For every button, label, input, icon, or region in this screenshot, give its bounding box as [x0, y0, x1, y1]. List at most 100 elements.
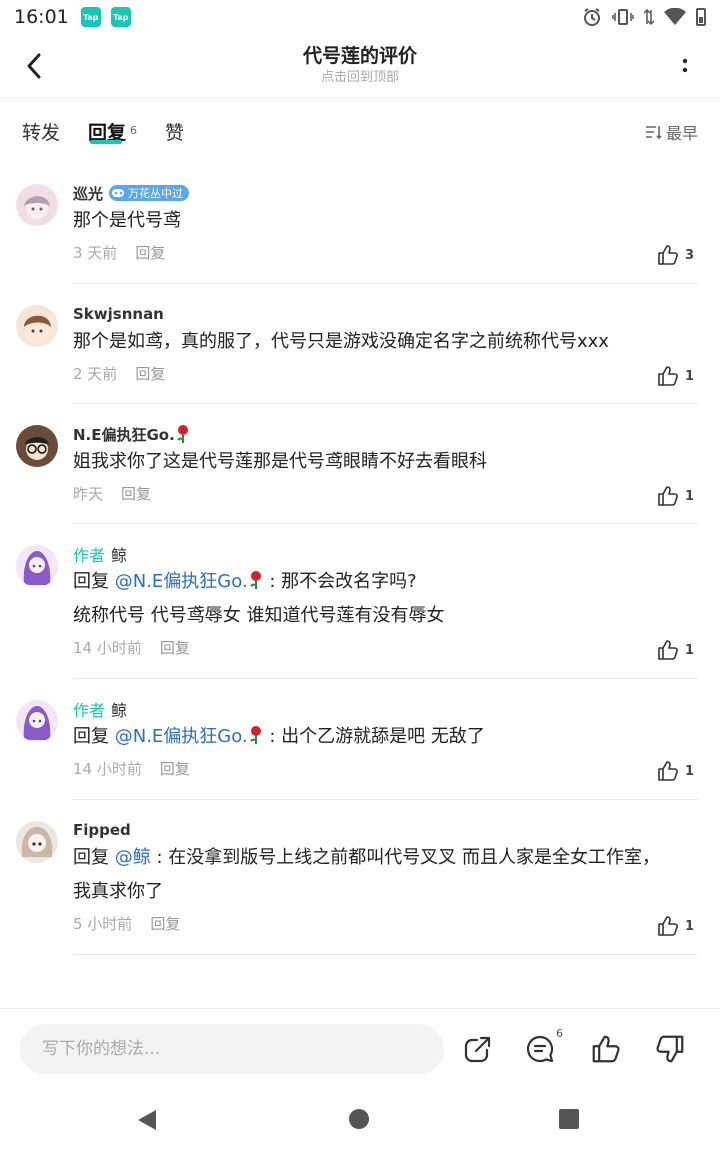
comment-author-name[interactable]: Skwjsnnan	[73, 305, 164, 323]
taptap-notification-icon-2: Tap	[110, 7, 131, 27]
page-subtitle: 点击回到顶部	[320, 70, 399, 85]
comment-text-line: : 出个乙游就舔是吧 无敌了	[263, 726, 485, 747]
reply-link[interactable]: 回复	[135, 363, 165, 384]
comment-time: 5 小时前	[73, 915, 133, 933]
comment-author-name[interactable]: N.E偏执狂Go.	[73, 424, 175, 445]
like-button[interactable]: 1	[657, 639, 694, 661]
like-button[interactable]: 1	[657, 760, 694, 782]
reply-prefix: 回复	[73, 726, 109, 747]
user-badge[interactable]: 万花丛中过	[109, 185, 190, 201]
vibrate-icon	[612, 9, 634, 25]
nav-back-icon[interactable]	[136, 1108, 158, 1132]
mention-link[interactable]: @N.E偏执狂Go.	[115, 726, 248, 747]
avatar[interactable]	[16, 305, 58, 347]
rose-icon	[249, 726, 261, 744]
comment-text-line-2: 我真求你了	[73, 881, 163, 902]
chevron-left-icon	[27, 53, 41, 79]
comment-author-name[interactable]: 巡光	[73, 183, 103, 204]
tab-repost[interactable]: 转发	[22, 118, 60, 145]
comment-text: 那个是代号鸢	[73, 210, 181, 231]
comment-text: 回复 @鲸 : 在没拿到版号上线之前都叫代号叉叉 而且人家是全女工作室，	[73, 841, 698, 875]
thumbs-up-icon	[658, 640, 678, 660]
thumbs-up-icon	[658, 245, 678, 265]
share-button[interactable]	[460, 1031, 496, 1067]
comment-time: 3 天前	[73, 244, 118, 262]
like-count: 1	[684, 642, 694, 658]
avatar[interactable]	[16, 545, 58, 587]
reply-link[interactable]: 回复	[160, 758, 190, 779]
alarm-icon	[584, 8, 600, 26]
like-button[interactable]: 1	[657, 365, 694, 387]
status-bar: 16:01 Tap Tap	[0, 0, 720, 34]
reply-link[interactable]: 回复	[150, 913, 180, 934]
comment-text: 姐我求你了这是代号莲那是代号鸢眼睛不好去看眼科	[73, 451, 487, 472]
thumbs-up-icon	[658, 916, 678, 936]
comment-input-bar: 写下你的想法... 6	[0, 1008, 720, 1088]
comment-author-name[interactable]: 鲸	[111, 697, 127, 721]
reply-link[interactable]: 回复	[160, 637, 190, 658]
reply-prefix: 回复	[73, 847, 109, 868]
comment-icon	[526, 1035, 554, 1063]
tab-like[interactable]: 赞	[165, 118, 184, 145]
page-title: 代号莲的评价	[302, 45, 417, 67]
comment-text: 回复 @N.E偏执狂Go. : 那不会改名字吗?	[73, 565, 698, 599]
title-bar: 代号莲的评价 点击回到顶部	[0, 34, 720, 98]
comment-time: 2 天前	[73, 365, 118, 383]
like-count: 1	[684, 368, 694, 384]
tab-reply-count: 6	[130, 124, 137, 137]
comment-text-line-2: 统称代号 代号鸢辱女 谁知道代号莲有没有辱女	[73, 605, 445, 626]
like-button[interactable]: 3	[657, 244, 694, 266]
comment-text: 回复 @N.E偏执狂Go. : 出个乙游就舔是吧 无敌了	[73, 720, 698, 754]
divider	[73, 523, 698, 524]
thumbs-up-icon	[658, 366, 678, 386]
tab-bar: 转发 回复 6 赞 最早	[0, 100, 720, 162]
like-count: 3	[684, 247, 694, 263]
scroll-to-top[interactable]: 代号莲的评价 点击回到顶部	[160, 42, 560, 86]
comment-author-name[interactable]: Fipped	[73, 821, 131, 839]
back-button[interactable]	[16, 48, 52, 84]
divider	[73, 954, 698, 955]
nav-recents-icon[interactable]	[559, 1109, 579, 1129]
like-count: 1	[684, 763, 694, 779]
status-time: 16:01	[14, 6, 69, 28]
nav-home-icon[interactable]	[349, 1109, 369, 1129]
thumbs-down-button[interactable]	[652, 1031, 688, 1067]
thumbs-up-icon	[658, 486, 678, 506]
comment-author-name[interactable]: 鲸	[111, 542, 127, 566]
comment-time: 昨天	[73, 485, 104, 503]
thumbs-up-icon	[592, 1035, 620, 1063]
comment-time: 14 小时前	[73, 760, 142, 778]
share-icon	[464, 1036, 491, 1063]
more-options-button[interactable]	[670, 50, 700, 82]
comment-input[interactable]: 写下你的想法...	[20, 1024, 444, 1074]
tab-active-indicator	[90, 140, 122, 144]
comment-text-line: : 那不会改名字吗?	[263, 571, 417, 592]
sort-label: 最早	[665, 124, 698, 143]
author-tag: 作者	[73, 701, 106, 720]
wifi-icon	[664, 8, 686, 25]
comment-text: 那个是如鸢，真的服了，代号只是游戏没确定名字之前统称代号xxx	[73, 331, 609, 352]
thumbs-down-icon	[656, 1035, 684, 1063]
reply-link[interactable]: 回复	[135, 242, 165, 263]
mention-link[interactable]: @N.E偏执狂Go.	[115, 571, 248, 592]
divider	[73, 799, 698, 800]
avatar[interactable]	[16, 425, 58, 467]
reply-link[interactable]: 回复	[121, 483, 151, 504]
sort-button[interactable]: 最早	[645, 120, 698, 144]
user-badge-label: 万花丛中过	[128, 187, 184, 200]
data-icon	[644, 8, 654, 26]
avatar[interactable]	[16, 700, 58, 742]
sort-icon	[645, 126, 662, 139]
avatar[interactable]	[16, 184, 58, 226]
comments-count: 6	[556, 1027, 563, 1040]
thumbs-up-button[interactable]	[588, 1031, 624, 1067]
mention-link[interactable]: @鲸	[115, 847, 151, 868]
battery-icon	[696, 8, 706, 26]
divider	[73, 403, 698, 404]
like-button[interactable]: 1	[657, 915, 694, 937]
avatar[interactable]	[16, 821, 58, 863]
comment-text-line: : 在没拿到版号上线之前都叫代号叉叉 而且人家是全女工作室，	[150, 847, 660, 868]
like-button[interactable]: 1	[657, 485, 694, 507]
comments-button[interactable]	[522, 1031, 558, 1067]
taptap-notification-icon: Tap	[80, 7, 101, 27]
